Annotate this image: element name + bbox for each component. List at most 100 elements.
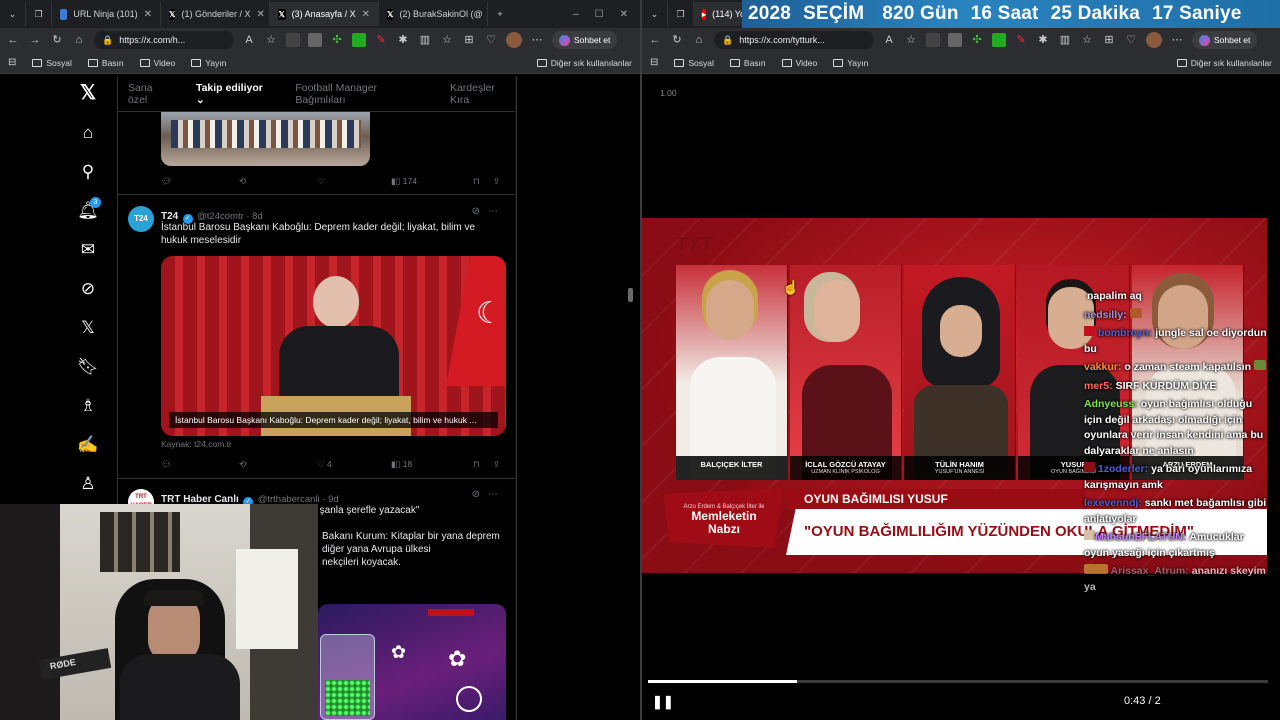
copilot-chat-button[interactable]: Sohbet et [1192, 31, 1258, 49]
views-stat[interactable]: ▮▯ 18 [391, 459, 473, 470]
post-media[interactable]: ✿ ✿ [318, 604, 506, 720]
bookmark-video[interactable]: Video [139, 58, 175, 68]
other-bookmarks[interactable]: Diğer sık kullanılanlar [1176, 58, 1272, 68]
reply-icon[interactable]: 💬︎ [161, 176, 239, 187]
search-icon[interactable]: ⚲ [77, 161, 99, 183]
messages-icon[interactable]: ✉ [77, 239, 99, 261]
tab-url-ninja[interactable]: URL Ninja (101) ✕ [52, 2, 161, 26]
bookmark-icon[interactable]: ⊓ [473, 176, 493, 187]
more-icon[interactable]: ⋯ [488, 206, 498, 217]
split-screen-icon[interactable]: ▥ [1058, 33, 1072, 47]
bookmark-sosyal[interactable]: Sosyal [32, 58, 72, 68]
tab-kardesler[interactable]: Kardeşler Kıra [450, 82, 516, 106]
grok-icon[interactable]: ⊘ [472, 206, 480, 217]
maximize-button[interactable]: ☐ [595, 9, 604, 20]
tab-following[interactable]: Takip ediliyor ⌄ [195, 82, 273, 118]
extension-icon[interactable]: ✎ [374, 33, 388, 47]
bookmark-icon[interactable]: ⊓ [473, 459, 493, 470]
post-image[interactable] [161, 112, 370, 166]
workspaces-button[interactable]: ❐ [26, 2, 52, 26]
shield-icon[interactable]: ♡ [484, 33, 498, 47]
lists-icon[interactable]: ✍ [77, 434, 99, 456]
extension-icon[interactable] [286, 33, 300, 47]
extension-icon[interactable] [948, 33, 962, 47]
bookmarks-icon[interactable]: 🔖︎ [77, 356, 99, 378]
other-bookmarks[interactable]: Diğer sık kullanılanlar [536, 58, 632, 68]
extension-icon[interactable] [926, 33, 940, 47]
x-logo-icon[interactable]: 𝕏 [77, 82, 99, 104]
extension-icon[interactable] [352, 33, 366, 47]
like-stat[interactable]: ♡ 4 [317, 459, 391, 470]
extension-icon[interactable]: ✎ [1014, 33, 1028, 47]
scrollbar-track[interactable] [515, 76, 516, 720]
puzzle-icon[interactable]: ✱ [1036, 33, 1050, 47]
refresh-icon[interactable]: ↻ [50, 33, 64, 47]
tab-football-manager[interactable]: Football Manager Bağımlıları [295, 82, 428, 106]
home-icon[interactable]: ⌂ [692, 33, 706, 47]
refresh-icon[interactable]: ↻ [670, 33, 684, 47]
close-icon[interactable]: ✕ [144, 9, 152, 20]
notifications-icon[interactable]: 🔔︎ 3 [77, 197, 101, 222]
url-field[interactable]: 🔒 https://x.com/h... [94, 31, 234, 49]
reply-icon[interactable]: 💬︎ [161, 459, 239, 470]
collections-icon[interactable]: ⊞ [1102, 33, 1116, 47]
copilot-chat-button[interactable]: Sohbet et [552, 31, 618, 49]
profile-icon[interactable]: ♙ [77, 473, 99, 495]
tab-actions-button[interactable]: ⌄ [642, 2, 668, 26]
tab-for-you[interactable]: Sana özel [128, 82, 174, 106]
tab-actions-button[interactable]: ⌄ [0, 2, 26, 26]
bookmark-import-icon[interactable]: ⊟ [650, 57, 658, 68]
post-media[interactable]: ☾ İstanbul Barosu Başkanı Kaboğlu: Depre… [161, 256, 506, 436]
new-tab-button[interactable]: + [488, 2, 512, 26]
minimize-button[interactable]: – [573, 9, 579, 20]
bookmark-video[interactable]: Video [781, 58, 817, 68]
repost-icon[interactable]: ⟲ [239, 176, 317, 187]
workspaces-button[interactable]: ❐ [668, 2, 694, 26]
tab-anasayfa[interactable]: 𝕏 (3) Anasayfa / X ✕ [270, 2, 379, 26]
shield-icon[interactable]: ♡ [1124, 33, 1138, 47]
share-icon[interactable]: ⇪ [493, 176, 500, 187]
back-arrow-icon[interactable]: ← [648, 33, 662, 47]
url-field[interactable]: 🔒 https://x.com/tytturk... [714, 31, 874, 49]
like-icon[interactable]: ♡ [317, 176, 391, 187]
share-icon[interactable]: ⇪ [493, 459, 500, 470]
bookmark-yayin[interactable]: Yayın [191, 58, 226, 68]
tab-gonderiler[interactable]: 𝕏 (1) Gönderiler / X ✕ [161, 2, 270, 26]
page-scrollbar-thumb[interactable] [628, 288, 633, 302]
grok-icon[interactable]: ⊘ [77, 278, 99, 300]
extension-icon[interactable] [992, 33, 1006, 47]
repost-icon[interactable]: ⟲ [239, 459, 317, 470]
favorites-icon[interactable]: ☆ [1080, 33, 1094, 47]
bookmark-basin[interactable]: Basın [729, 58, 766, 68]
premium-x-icon[interactable]: 𝕏 [77, 317, 99, 339]
link-source[interactable]: Kaynak: t24.com.tr [161, 439, 232, 449]
favorites-icon[interactable]: ☆ [440, 33, 454, 47]
home-icon[interactable]: ⌂ [77, 122, 99, 144]
bookmark-import-icon[interactable]: ⊟ [8, 57, 16, 68]
progress-bar[interactable] [648, 680, 1268, 683]
home-icon[interactable]: ⌂ [72, 33, 86, 47]
bookmark-basin[interactable]: Basın [87, 58, 124, 68]
favorite-star-icon[interactable]: ☆ [904, 33, 918, 47]
grok-icon[interactable]: ⊘ [472, 489, 480, 500]
avatar[interactable]: T24 [128, 206, 154, 232]
more-icon[interactable]: ⋯ [530, 33, 544, 47]
pause-icon[interactable]: ❚❚ [652, 694, 674, 710]
back-arrow-icon[interactable]: ← [6, 33, 20, 47]
tab-buraksakinol[interactable]: 𝕏(2) BurakSakinOl (@✕ [379, 2, 488, 26]
split-screen-icon[interactable]: ▥ [418, 33, 432, 47]
more-icon[interactable]: ⋯ [1170, 33, 1184, 47]
reader-icon[interactable]: A [882, 33, 896, 47]
favorite-star-icon[interactable]: ☆ [264, 33, 278, 47]
more-icon[interactable]: ⋯ [488, 489, 498, 500]
views-stat[interactable]: ▮▯ 174 [391, 176, 473, 187]
bookmark-yayin[interactable]: Yayın [833, 58, 868, 68]
close-icon[interactable]: ✕ [256, 9, 264, 20]
extension-icon[interactable] [308, 33, 322, 47]
avatar[interactable] [1146, 32, 1162, 48]
reader-icon[interactable]: A [242, 33, 256, 47]
avatar[interactable] [506, 32, 522, 48]
extension-icon[interactable]: ✣ [330, 33, 344, 47]
close-icon[interactable]: ✕ [362, 9, 370, 20]
bookmark-sosyal[interactable]: Sosyal [674, 58, 714, 68]
